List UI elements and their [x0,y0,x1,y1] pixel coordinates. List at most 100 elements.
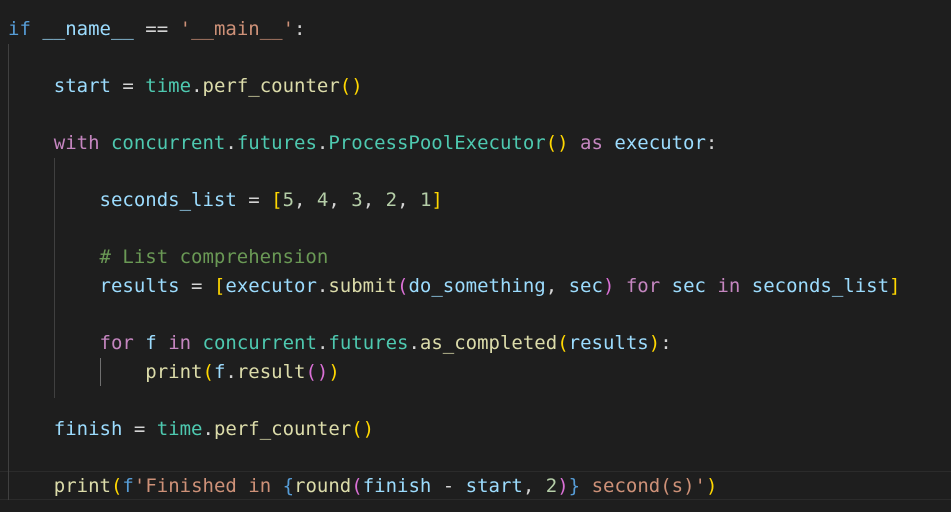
code-token: futures [328,332,409,355]
code-token: , [522,474,546,497]
code-token: as [580,132,603,155]
code-token: perf_counter [202,75,340,98]
code-token: () [339,75,363,98]
code-token: round [294,474,352,497]
code-token: result [236,360,306,383]
code-token: in [168,332,192,355]
code-line-9[interactable]: # List comprehension [8,243,329,272]
code-token: perf_counter [213,417,352,440]
code-token: ) [705,474,718,497]
code-token: submit [328,274,397,297]
code-line-1[interactable]: if __name__ == '__main__': [8,15,305,44]
code-token: start [465,474,523,497]
code-token: 5 [282,189,295,212]
code-token: () [305,360,329,383]
code-token: time [145,75,192,98]
code-token: () [351,417,375,440]
code-token: ( [202,360,214,383]
code-token: . [408,332,420,355]
code-token: ) [648,332,661,355]
code-line-10[interactable]: results = [executor.submit(do_something,… [8,272,901,301]
code-token: . [191,75,203,98]
code-token: : [660,332,672,355]
code-token: finish [53,417,123,440]
code-token: concurrent [110,132,226,155]
code-line-13[interactable]: print(f.result()) [8,358,340,387]
code-token: print [53,474,111,497]
code-token: finish [362,474,432,497]
code-token: ] [889,274,901,297]
code-token: , [328,189,352,212]
code-token: = [236,189,272,212]
code-token: f [213,360,226,383]
code-editor[interactable]: if __name__ == '__main__': start = time.… [0,0,951,512]
code-token: concurrent [202,332,317,355]
code-token: # List comprehension [99,246,329,269]
code-token: [ [271,189,283,212]
code-token: start [53,75,111,98]
code-token: - [431,474,466,497]
code-token: . [316,274,329,297]
code-token: 1 [419,189,432,212]
code-token: ( [110,474,123,497]
code-token: , [397,189,420,212]
code-token: results [568,332,649,355]
code-token: seconds_list [751,274,890,297]
code-token: , [294,189,317,212]
code-token: if [8,18,31,40]
code-token: , [545,274,569,297]
code-token: executor [614,132,706,155]
code-token: executor [225,274,317,297]
code-token: as_completed [419,332,558,355]
code-line-17[interactable]: print(f'Finished in {round(finish - star… [8,472,718,501]
code-token: seconds_list [99,189,237,212]
code-token: f [145,332,157,355]
code-token: print [145,360,203,383]
code-token: . [225,132,237,155]
code-token: } [568,474,581,497]
code-line-5[interactable]: with concurrent.futures.ProcessPoolExecu… [8,129,718,158]
code-token: 'Finished in [133,474,283,497]
code-line-7[interactable]: seconds_list = [5, 4, 3, 2, 1] [8,186,443,215]
code-token: 2 [545,474,558,497]
code-token: time [156,417,203,440]
code-token: = [179,274,214,297]
code-token: ) [328,360,340,383]
code-token: ProcessPoolExecutor [328,132,546,155]
code-token: ) [602,274,615,297]
code-token: == [133,18,180,40]
code-token: with [53,132,100,155]
code-token: '__main__' [179,18,295,40]
code-line-15[interactable]: finish = time.perf_counter() [8,415,374,444]
code-token: for [625,274,661,297]
code-token: : [294,18,306,40]
code-token: results [99,274,180,297]
code-line-3[interactable]: start = time.perf_counter() [8,72,363,101]
code-token: ( [557,332,569,355]
code-token: in [717,274,741,297]
code-token: sec [568,274,603,297]
code-token: . [316,132,329,155]
code-token: futures [236,132,317,155]
code-token: sec [671,274,706,297]
code-token: [ [213,274,226,297]
code-token: . [225,360,237,383]
code-token: 3 [351,189,363,212]
code-line-12[interactable]: for f in concurrent.futures.as_completed… [8,329,672,358]
